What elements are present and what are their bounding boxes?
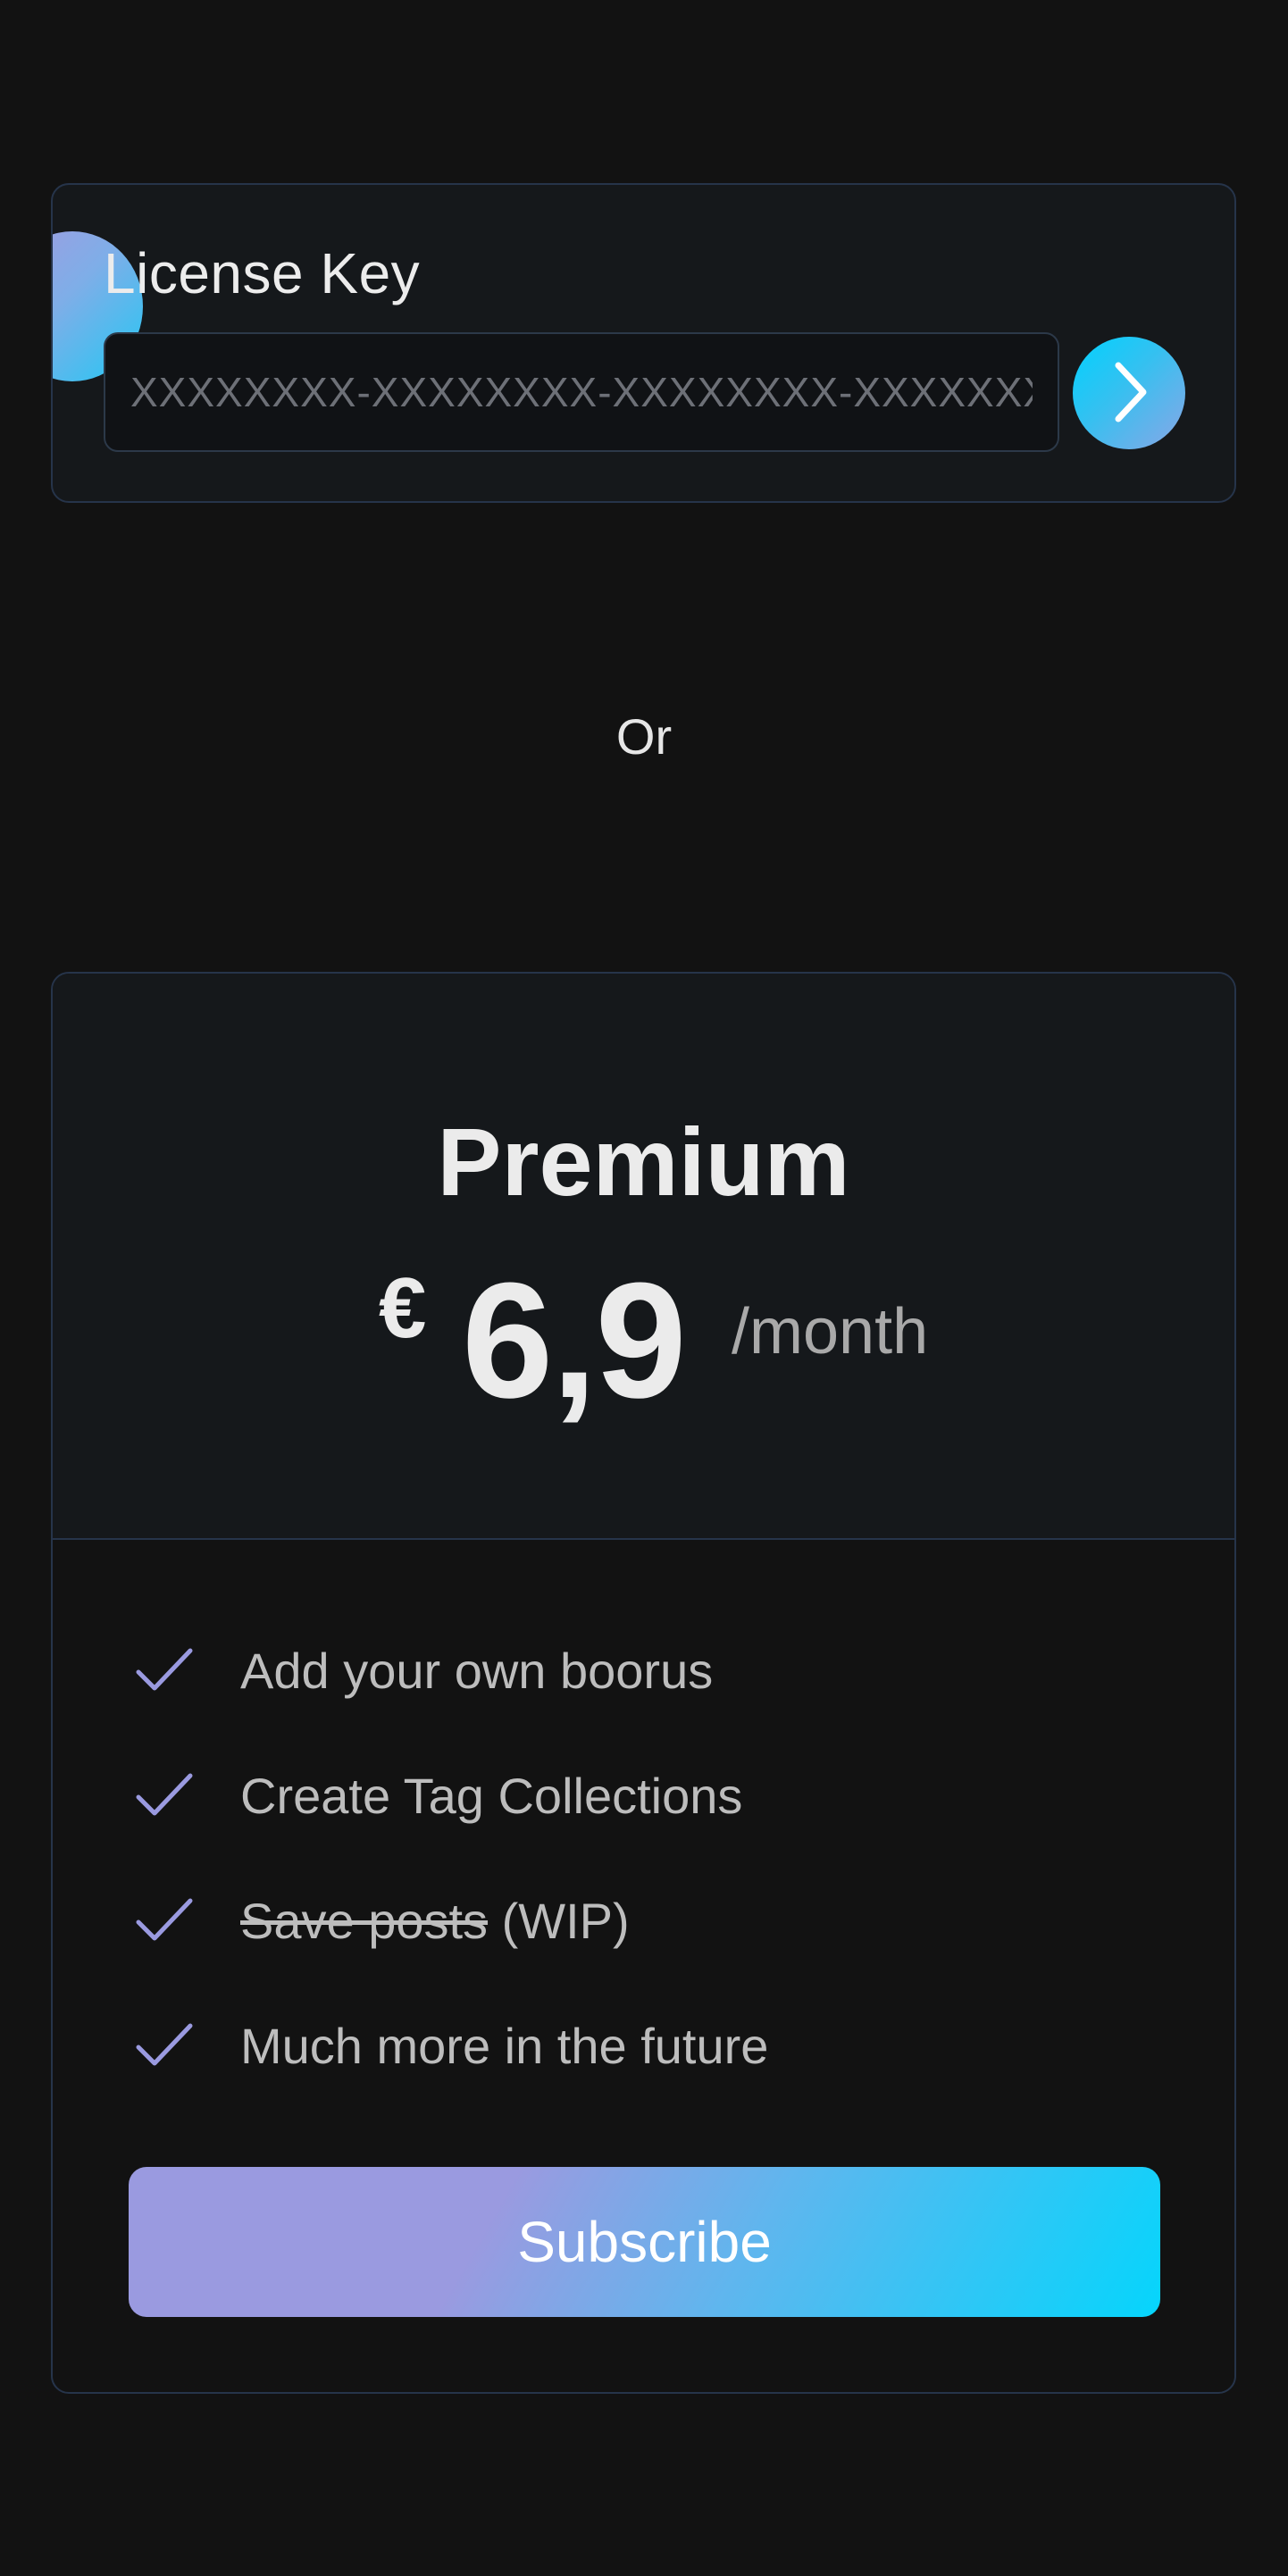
feature-item: Save posts (WIP) xyxy=(133,1858,768,1983)
license-key-card: License Key xyxy=(51,183,1236,503)
check-icon xyxy=(133,1894,196,1947)
price-currency: € xyxy=(379,1260,427,1356)
check-icon xyxy=(133,2019,196,2072)
feature-list: Add your own boorus Create Tag Collectio… xyxy=(133,1608,768,2108)
feature-text: Save posts (WIP) xyxy=(240,1892,630,1949)
price-period: /month xyxy=(732,1296,929,1367)
page: License Key Or Premium € 6,9 /month xyxy=(0,0,1288,2576)
feature-text: Add your own boorus xyxy=(240,1642,714,1699)
subscribe-button[interactable]: Subscribe xyxy=(129,2167,1160,2317)
price-amount: 6,9 xyxy=(462,1248,687,1432)
pricing-card: Premium € 6,9 /month Add your own boorus… xyxy=(51,972,1236,2394)
plan-name: Premium xyxy=(437,1108,850,1216)
feature-text: Much more in the future xyxy=(240,2017,769,2074)
check-icon xyxy=(133,1643,196,1697)
feature-item: Create Tag Collections xyxy=(133,1733,768,1858)
feature-item: Much more in the future xyxy=(133,1983,768,2108)
or-divider: Or xyxy=(615,708,673,765)
submit-license-button[interactable] xyxy=(1073,337,1185,449)
feature-text: Create Tag Collections xyxy=(240,1767,743,1824)
pricing-header: Premium € 6,9 /month xyxy=(53,974,1234,1540)
license-key-input[interactable] xyxy=(104,332,1059,452)
chevron-right-icon xyxy=(1104,360,1154,427)
feature-item: Add your own boorus xyxy=(133,1608,768,1733)
strikethrough-text: Save posts xyxy=(240,1892,489,1949)
price: € 6,9 /month xyxy=(53,1248,1234,1432)
license-key-title: License Key xyxy=(104,241,421,305)
check-icon xyxy=(133,1769,196,1822)
